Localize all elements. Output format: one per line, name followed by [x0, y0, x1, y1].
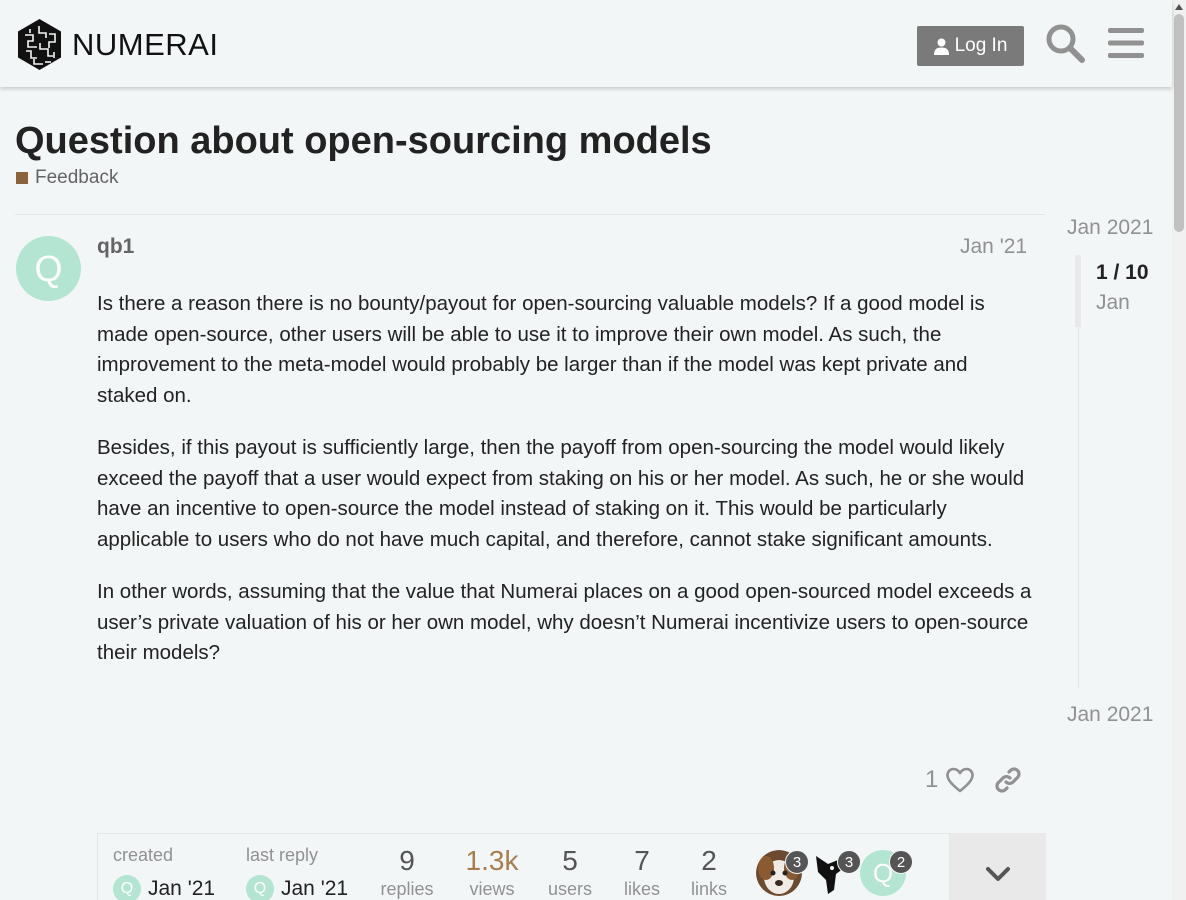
expand-topic-map-button[interactable] — [949, 833, 1046, 900]
chevron-down-icon — [986, 866, 1010, 881]
stat-replies: 9 replies — [377, 845, 437, 900]
category-color-swatch — [16, 172, 28, 184]
scrollbar-thumb[interactable] — [1174, 14, 1184, 232]
stat-label: likes — [623, 879, 660, 899]
participant-post-count: 3 — [837, 850, 861, 874]
topic-last-reply[interactable]: last reply Q Jan '21 — [246, 845, 348, 900]
site-logo[interactable]: NUMERAI — [16, 18, 218, 71]
category-badge[interactable]: Feedback — [16, 167, 118, 189]
search-icon — [1046, 24, 1085, 63]
stat-likes: 7 likes — [614, 845, 670, 900]
search-button[interactable] — [1042, 20, 1088, 66]
user-icon — [933, 38, 949, 55]
post-author-avatar[interactable]: Q — [16, 236, 81, 301]
post-body: Is there a reason there is no bounty/pay… — [97, 289, 1032, 691]
heart-icon — [946, 767, 975, 793]
link-icon — [995, 767, 1021, 793]
last-reply-label: last reply — [246, 845, 319, 865]
page-scrollbar[interactable] — [1172, 0, 1186, 900]
login-label: Log In — [954, 35, 1008, 56]
stat-label: views — [469, 879, 515, 899]
post-paragraph: In other words, assuming that the value … — [97, 580, 1032, 664]
stat-label: users — [547, 879, 592, 899]
stat-label: links — [690, 879, 727, 899]
login-button[interactable]: Log In — [917, 26, 1024, 66]
like-button[interactable] — [946, 767, 975, 793]
timeline-start-date[interactable]: Jan 2021 — [1067, 216, 1153, 240]
timeline-end-date[interactable]: Jan 2021 — [1067, 703, 1153, 727]
participant-post-count: 2 — [889, 850, 913, 874]
stat-label: replies — [380, 879, 434, 899]
logo-text: NUMERAI — [72, 27, 219, 62]
last-reply-avatar: Q — [246, 875, 274, 900]
post-actions: 1 — [925, 762, 1022, 798]
post-paragraph: Besides, if this payout is sufficiently … — [97, 436, 1025, 551]
stat-views: 1.3k views — [457, 845, 527, 900]
share-link-button[interactable] — [994, 766, 1022, 794]
scroll-up-arrow-icon[interactable] — [1172, 0, 1186, 14]
topic-created[interactable]: created Q Jan '21 — [113, 845, 215, 900]
hamburger-menu-icon — [1108, 28, 1144, 58]
stat-number: 5 — [562, 845, 578, 876]
like-count[interactable]: 1 — [925, 766, 938, 794]
numerai-logo-icon — [18, 19, 61, 70]
post-date[interactable]: Jan '21 — [960, 235, 1027, 259]
stat-number: 1.3k — [465, 845, 519, 876]
creator-avatar: Q — [113, 875, 141, 900]
category-label: Feedback — [35, 167, 119, 188]
title-divider — [15, 214, 1045, 215]
topic-map: created Q Jan '21 last reply Q Jan '21 9… — [97, 833, 1046, 900]
site-header: NUMERAI Log In — [0, 0, 1172, 87]
stat-users: 5 users — [540, 845, 600, 900]
stat-number: 2 — [701, 845, 717, 876]
hamburger-menu-button[interactable] — [1103, 20, 1149, 66]
timeline-current-month: Jan — [1096, 291, 1130, 314]
created-date: Jan '21 — [148, 877, 216, 900]
last-reply-date: Jan '21 — [281, 877, 349, 900]
stat-number: 7 — [634, 845, 650, 876]
timeline-handle[interactable] — [1075, 255, 1081, 327]
stat-links: 2 links — [683, 845, 735, 900]
timeline-position: 1 / 10 — [1096, 261, 1149, 284]
participant-post-count: 3 — [785, 850, 809, 874]
post-paragraph: Is there a reason there is no bounty/pay… — [97, 292, 985, 407]
stat-number: 9 — [399, 845, 415, 876]
post-author-username[interactable]: qb1 — [97, 235, 134, 259]
created-label: created — [113, 845, 174, 865]
topic-title[interactable]: Question about open-sourcing models — [15, 120, 712, 163]
